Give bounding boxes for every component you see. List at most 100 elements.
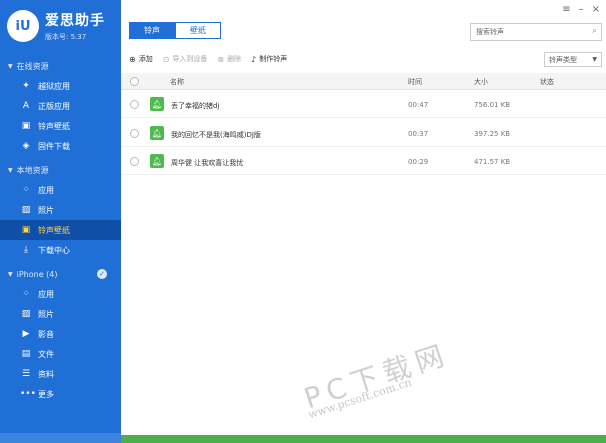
sidebar-item-device-files[interactable]: ▤ 文件 (0, 344, 121, 364)
chevron-down-icon: ▼ (8, 166, 13, 174)
sidebar-item-label: 下载中心 (38, 245, 70, 255)
row-select-radio[interactable] (130, 100, 139, 109)
app-name: 爱思助手 (45, 13, 105, 29)
sidebar-item-label: 铃声壁纸 (38, 225, 70, 235)
app-logo-icon: iU (7, 10, 39, 42)
search-placeholder: 搜索铃声 (476, 28, 504, 36)
menu-icon[interactable]: ≡ (562, 4, 570, 15)
download-icon: ⤓ (24, 245, 28, 255)
row-time: 00:37 (408, 130, 429, 138)
table-row[interactable]: 🔔︎ 周华健 让我欢喜让我忧 00:29 471.57 KB (121, 149, 606, 175)
row-select-radio[interactable] (130, 129, 139, 138)
chevron-down-icon: ▼ (8, 62, 13, 70)
app-store-icon: A (22, 101, 30, 111)
row-select-radio[interactable] (130, 157, 139, 166)
sidebar-bottom-bar (0, 433, 121, 443)
tab-ringtones[interactable]: 铃声 (129, 22, 175, 39)
sidebar-item-local-ringtones[interactable]: ▣ 铃声壁纸 (0, 220, 121, 240)
select-all-radio[interactable] (130, 77, 139, 86)
status-bar (121, 435, 606, 443)
import-to-device-button[interactable]: ⊙ 导入到设备 (163, 54, 208, 64)
make-label: 制作铃声 (259, 55, 288, 63)
add-label: 添加 (138, 55, 153, 63)
apps-grid-icon: ⁘ (22, 185, 30, 195)
column-header-name[interactable]: 名称 (170, 77, 184, 87)
media-icon: ▶ (22, 329, 30, 339)
sidebar-item-ringtones-wallpapers-online[interactable]: ▣ 铃声壁纸 (0, 116, 121, 136)
apps-grid-icon: ⁘ (22, 289, 30, 299)
search-icon[interactable]: ⌕ (592, 26, 597, 36)
delete-icon: ⊗ (217, 54, 225, 64)
search-input[interactable]: 搜索铃声 ⌕ (470, 23, 602, 41)
sidebar-item-device-contacts[interactable]: ☰ 资料 (0, 364, 121, 384)
minimize-icon[interactable]: – (579, 4, 584, 15)
sidebar-item-firmware[interactable]: ◈ 固件下载 (0, 136, 121, 156)
contacts-icon: ☰ (21, 369, 31, 379)
sidebar-item-label: 影音 (38, 329, 54, 339)
sidebar-item-label: 正版应用 (38, 101, 70, 111)
sidebar-item-download-center[interactable]: ⤓ 下载中心 (0, 240, 121, 260)
sidebar-item-device-apps[interactable]: ⁘ 应用 (0, 284, 121, 304)
toolbar: ⊕ 添加 ⊙ 导入到设备 ⊗ 删除 ♪ 制作铃声 (129, 54, 287, 64)
sidebar-item-official-apps[interactable]: A 正版应用 (0, 96, 121, 116)
column-header-status[interactable]: 状态 (540, 77, 554, 87)
bell-icon: 🔔︎ (150, 126, 164, 140)
photo-icon: ▨ (21, 309, 31, 319)
sidebar: iU 爱思助手 版本号: 5.37 ▼ 在线资源 ✦ 越狱应用 A 正版应用 ▣… (0, 0, 121, 443)
puzzle-icon: ✦ (22, 81, 30, 91)
sidebar-item-jailbreak-apps[interactable]: ✦ 越狱应用 (0, 76, 121, 96)
type-select-value: 铃声类型 (549, 55, 577, 64)
bell-icon: 🔔︎ (150, 97, 164, 111)
row-name: 丢了幸福的猪dj (171, 102, 220, 110)
ringtone-wallpaper-icon: ▣ (21, 225, 31, 235)
row-name: 周华健 让我欢喜让我忧 (171, 159, 244, 167)
row-name: 我的回忆不是我(海鸣威)DJ版 (171, 131, 261, 139)
ringtone-type-select[interactable]: 铃声类型 ▼ (544, 52, 602, 67)
plus-circle-icon: ⊕ (129, 54, 136, 64)
sidebar-item-label: 文件 (38, 349, 54, 359)
firmware-icon: ◈ (22, 141, 30, 151)
group-title: 本地资源 (16, 165, 49, 175)
group-title: 在线资源 (16, 61, 49, 71)
group-online-resources[interactable]: ▼ 在线资源 (0, 56, 121, 76)
sidebar-item-label: 固件下载 (38, 141, 70, 151)
sidebar-item-device-photos[interactable]: ▨ 照片 (0, 304, 121, 324)
group-title: iPhone (4) (16, 269, 58, 279)
table-row[interactable]: 🔔︎ 我的回忆不是我(海鸣威)DJ版 00:37 397.25 KB (121, 121, 606, 147)
tab-wallpapers[interactable]: 壁纸 (175, 22, 221, 39)
chevron-down-icon: ▼ (8, 270, 13, 278)
column-header-size[interactable]: 大小 (474, 77, 488, 87)
sidebar-item-local-photos[interactable]: ▨ 照片 (0, 200, 121, 220)
close-icon[interactable]: × (592, 4, 600, 15)
caret-down-icon: ▼ (592, 56, 597, 63)
column-header-time[interactable]: 时间 (408, 77, 422, 87)
group-iphone[interactable]: ▼ iPhone (4) ✓ (0, 264, 121, 284)
sidebar-item-device-media[interactable]: ▶ 影音 (0, 324, 121, 344)
app-logo-area: iU 爱思助手 版本号: 5.37 (0, 0, 121, 52)
main-panel: ≡ – × 铃声 壁纸 搜索铃声 ⌕ ⊕ 添加 ⊙ 导入到设备 ⊗ 删除 ♪ 制… (121, 0, 606, 443)
sidebar-item-label: 更多 (38, 389, 54, 399)
row-time: 00:29 (408, 158, 429, 166)
group-local-resources[interactable]: ▼ 本地资源 (0, 160, 121, 180)
table-header: 名称 时间 大小 状态 (121, 73, 606, 90)
sidebar-item-label: 铃声壁纸 (38, 121, 70, 131)
sidebar-item-label: 照片 (38, 309, 54, 319)
ringtone-wallpaper-icon: ▣ (21, 121, 31, 131)
delete-button[interactable]: ⊗ 删除 (217, 54, 241, 64)
import-icon: ⊙ (162, 54, 170, 64)
add-button[interactable]: ⊕ 添加 (129, 54, 153, 64)
sidebar-item-local-apps[interactable]: ⁘ 应用 (0, 180, 121, 200)
window-controls: ≡ – × (562, 4, 600, 15)
check-icon: ✓ (97, 269, 107, 279)
row-size: 397.25 KB (474, 130, 511, 138)
table-row[interactable]: 🔔︎ 丢了幸福的猪dj 00:47 756.01 KB (121, 92, 606, 118)
make-ringtone-button[interactable]: ♪ 制作铃声 (251, 54, 287, 64)
photo-icon: ▨ (21, 205, 31, 215)
app-version: 版本号: 5.37 (45, 33, 87, 41)
bell-icon: 🔔︎ (150, 154, 164, 168)
row-size: 756.01 KB (474, 101, 511, 109)
sidebar-item-label: 资料 (38, 369, 54, 379)
sidebar-item-device-more[interactable]: ••• 更多 (0, 384, 121, 404)
sidebar-item-label: 应用 (38, 289, 54, 299)
import-label: 导入到设备 (172, 55, 208, 63)
